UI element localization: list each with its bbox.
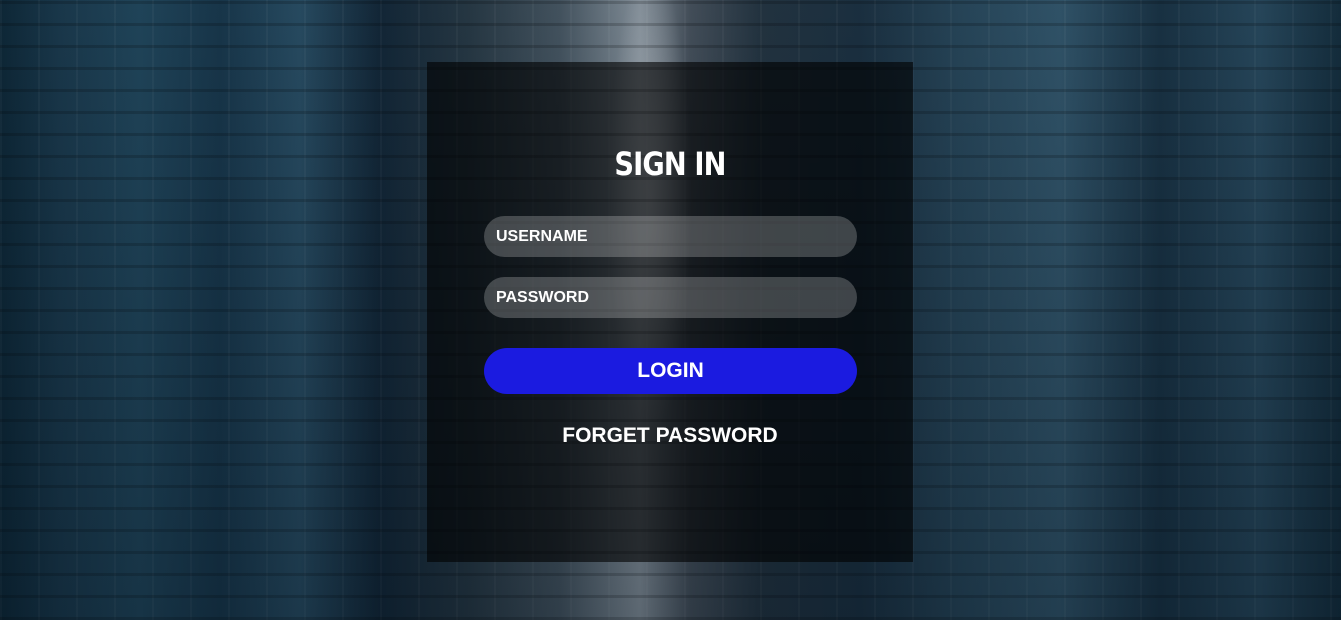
sign-in-title: SIGN IN [614, 145, 726, 183]
sign-in-panel: SIGN IN LOGIN FORGET PASSWORD [427, 62, 913, 562]
login-button[interactable]: LOGIN [484, 348, 857, 394]
forget-password-link[interactable]: FORGET PASSWORD [427, 424, 913, 448]
username-input[interactable] [484, 216, 857, 257]
password-input[interactable] [484, 277, 857, 318]
